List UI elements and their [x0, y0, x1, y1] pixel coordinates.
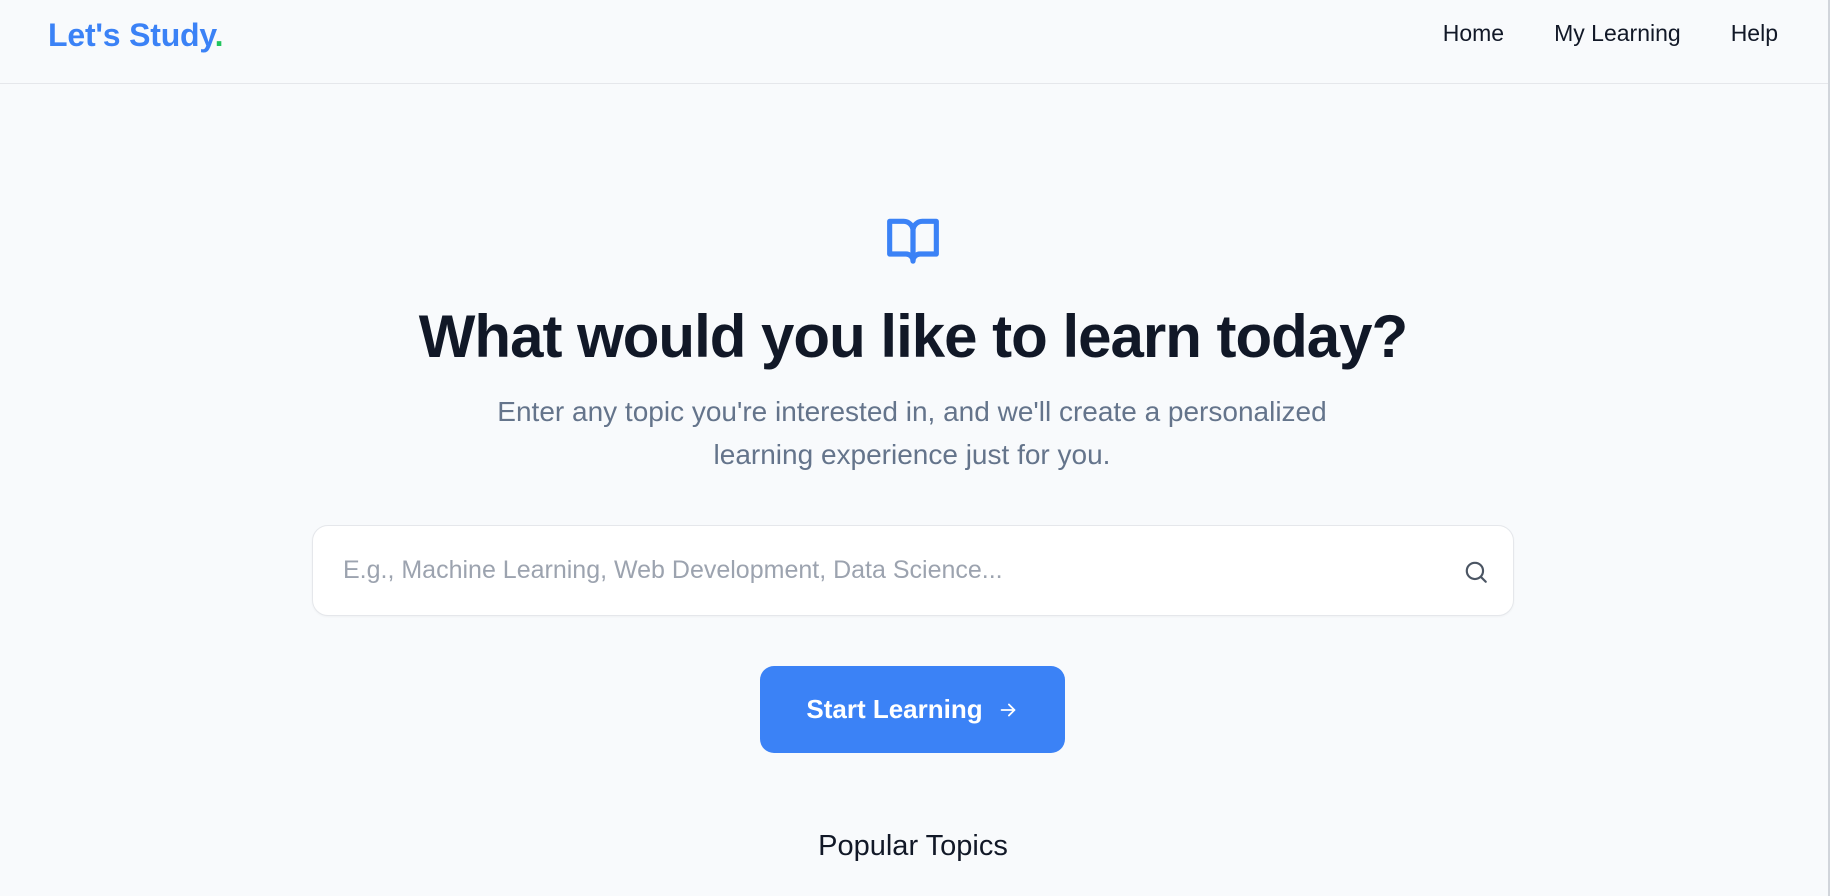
topic-search-box: [312, 525, 1514, 616]
start-learning-label: Start Learning: [806, 694, 983, 724]
logo[interactable]: Let's Study.: [48, 17, 224, 54]
start-learning-button[interactable]: Start Learning: [760, 666, 1065, 753]
nav-home-link[interactable]: Home: [1443, 20, 1504, 47]
nav-help-link[interactable]: Help: [1731, 20, 1778, 47]
popular-topics-heading: Popular Topics: [818, 830, 1008, 862]
topic-search-input[interactable]: [343, 526, 1443, 615]
arrow-right-icon: [1000, 703, 1015, 716]
main-nav: Home My Learning Help: [1443, 20, 1778, 47]
hero-section: What would you like to learn today? Ente…: [0, 84, 1830, 896]
top-navbar: Let's Study. Home My Learning Help: [0, 0, 1830, 84]
logo-text: Let's Study: [48, 17, 215, 53]
logo-dot: .: [214, 17, 224, 53]
page-title: What would you like to learn today?: [418, 303, 1408, 370]
page-subtitle: Enter any topic you're interested in, an…: [497, 396, 1327, 470]
book-open-icon: [887, 218, 939, 264]
search-icon[interactable]: [1463, 559, 1489, 585]
nav-my-learning-link[interactable]: My Learning: [1554, 20, 1681, 47]
